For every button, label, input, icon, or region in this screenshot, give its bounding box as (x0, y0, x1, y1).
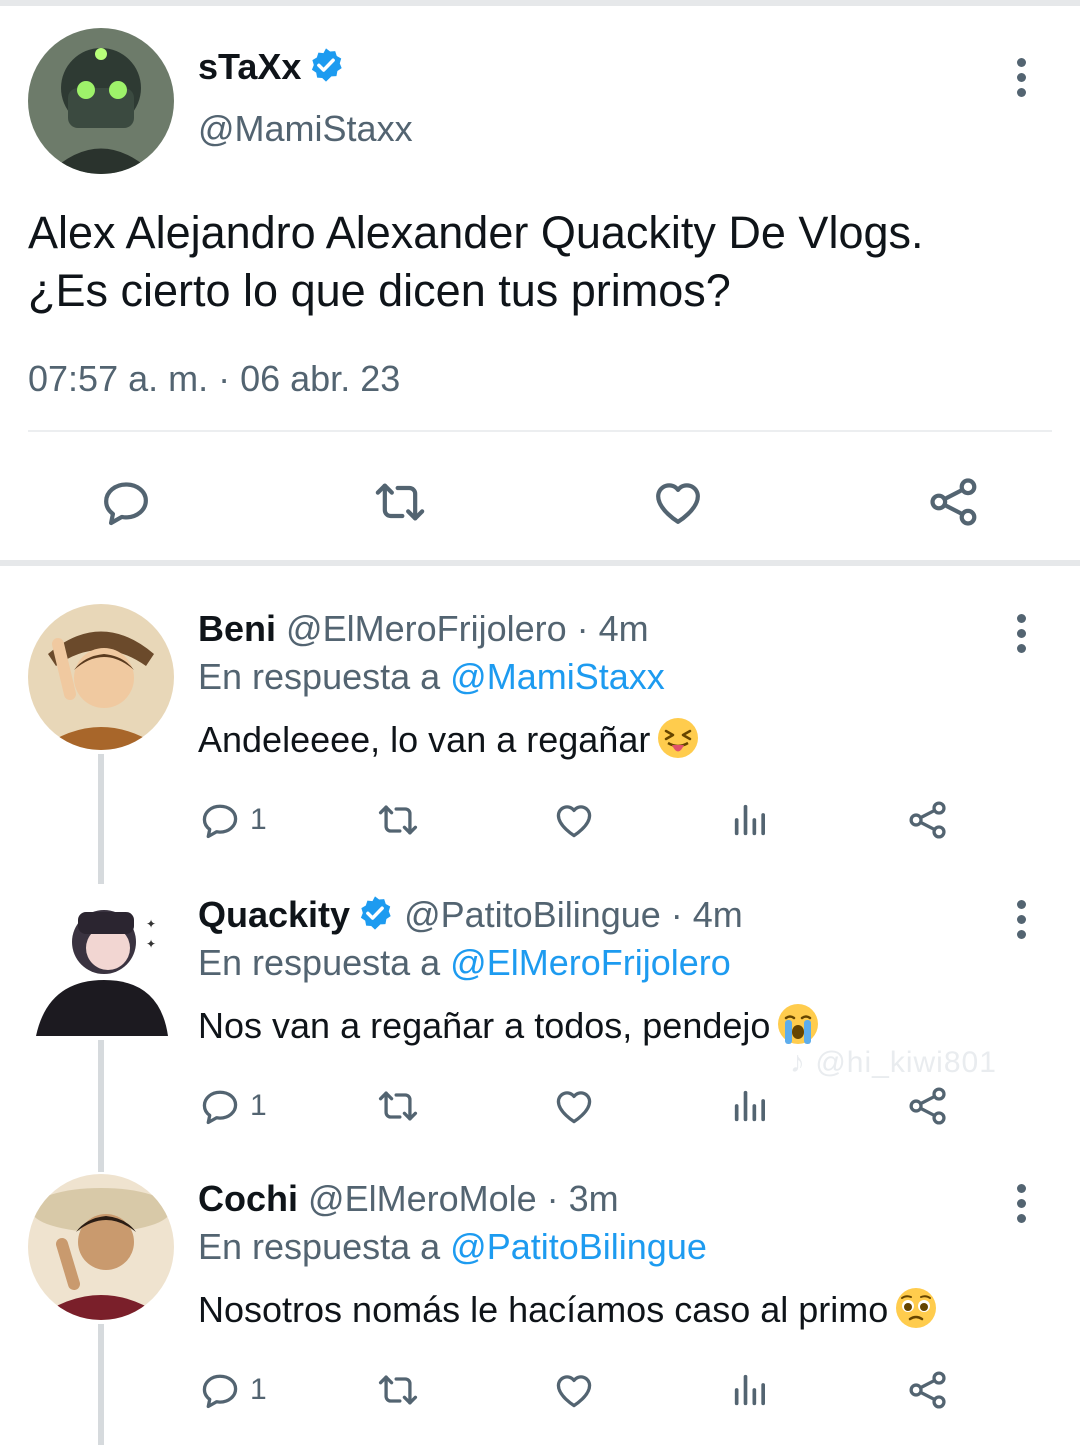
author-name[interactable]: sTaXx (198, 46, 345, 88)
like-icon[interactable] (650, 474, 706, 530)
retweet-button[interactable] (374, 1368, 422, 1412)
reply-button[interactable]: 1 (198, 1084, 267, 1128)
retweet-icon[interactable] (372, 474, 428, 530)
squinting-face-with-tongue-icon (658, 718, 699, 758)
in-reply-to: En respuesta a @MamiStaxx (198, 656, 665, 697)
reply-author[interactable]: Quackity @PatitoBilingue · 4m (198, 894, 743, 936)
reply-text: Nosotros nomás le hacíamos caso al primo (198, 1286, 938, 1331)
author-avatar[interactable] (28, 28, 174, 174)
pleading-face-icon (896, 1288, 937, 1328)
views-button[interactable] (730, 798, 770, 842)
svg-text:✦: ✦ (146, 917, 156, 931)
divider (28, 430, 1052, 432)
mention-link[interactable]: @PatitoBilingue (450, 1226, 707, 1267)
verified-icon (307, 46, 345, 84)
like-button[interactable] (552, 1368, 596, 1412)
views-button[interactable] (730, 1084, 770, 1128)
mention-link[interactable]: @ElMeroFrijolero (450, 942, 731, 983)
reply-text: Nos van a regañar a todos, pendejo (198, 1002, 820, 1047)
retweet-button[interactable] (374, 798, 422, 842)
in-reply-to: En respuesta a @PatitoBilingue (198, 1226, 707, 1267)
like-button[interactable] (552, 798, 596, 842)
share-button[interactable] (906, 1084, 950, 1128)
reply-author[interactable]: Cochi @ElMeroMole · 3m (198, 1178, 619, 1220)
like-icon (552, 798, 596, 842)
reply-author[interactable]: Beni @ElMeroFrijolero · 4m (198, 608, 649, 650)
like-icon (552, 1368, 596, 1412)
reply-item[interactable]: Cochi @ElMeroMole · 3m En respuesta a @P… (0, 1174, 1080, 1445)
avatar[interactable]: ✦ ✦ (28, 890, 174, 1036)
share-icon (906, 1084, 950, 1128)
retweet-button[interactable] (374, 1084, 422, 1128)
stats-icon (730, 1086, 770, 1126)
tiktok-icon: ♪ (790, 1046, 806, 1079)
views-button[interactable] (730, 1368, 770, 1412)
more-options-icon[interactable] (1015, 900, 1027, 945)
reply-icon (198, 1368, 242, 1412)
tweet-text: Alex Alejandro Alexander Quackity De Vlo… (28, 207, 924, 316)
share-button[interactable] (906, 798, 950, 842)
tweet-timestamp[interactable]: 07:57 a. m. · 06 abr. 23 (28, 358, 400, 400)
more-options-icon[interactable] (1015, 1184, 1027, 1229)
loudly-crying-face-icon (778, 1004, 819, 1044)
reply-button[interactable]: 1 (198, 1368, 267, 1412)
thread-line (98, 1040, 104, 1172)
thread-line (98, 1324, 104, 1445)
watermark: ♪ @hi_kiwi801 (790, 1046, 997, 1079)
reply-icon (198, 798, 242, 842)
stats-icon (730, 800, 770, 840)
in-reply-to: En respuesta a @ElMeroFrijolero (198, 942, 731, 983)
reply-button[interactable]: 1 (198, 798, 267, 842)
mention-link[interactable]: @MamiStaxx (450, 656, 665, 697)
thread-line (98, 754, 104, 884)
reply-text: Andeleeee, lo van a regañar (198, 716, 700, 761)
verified-icon (356, 894, 394, 932)
stats-icon (730, 1370, 770, 1410)
share-icon (906, 798, 950, 842)
retweet-icon (374, 1084, 422, 1128)
share-icon (906, 1368, 950, 1412)
like-icon (552, 1084, 596, 1128)
author-handle[interactable]: @MamiStaxx (198, 108, 413, 150)
avatar[interactable] (28, 1174, 174, 1320)
reply-item[interactable]: ✦ ✦ Quackity @PatitoBilingue · 4m En resp… (0, 890, 1080, 1172)
share-button[interactable] (906, 1368, 950, 1412)
reply-icon[interactable] (98, 474, 154, 530)
reply-item[interactable]: Beni @ElMeroFrijolero · 4m En respuesta … (0, 604, 1080, 884)
retweet-icon (374, 798, 422, 842)
more-options-icon[interactable] (1015, 614, 1027, 659)
main-tweet: sTaXx @MamiStaxx Alex Alejandro Alexande… (0, 6, 1080, 566)
share-icon[interactable] (926, 474, 982, 530)
reply-icon (198, 1084, 242, 1128)
section-divider (0, 560, 1080, 566)
retweet-icon (374, 1368, 422, 1412)
more-options-icon[interactable] (1015, 58, 1027, 103)
like-button[interactable] (552, 1084, 596, 1128)
avatar[interactable] (28, 604, 174, 750)
svg-text:✦: ✦ (146, 937, 156, 951)
